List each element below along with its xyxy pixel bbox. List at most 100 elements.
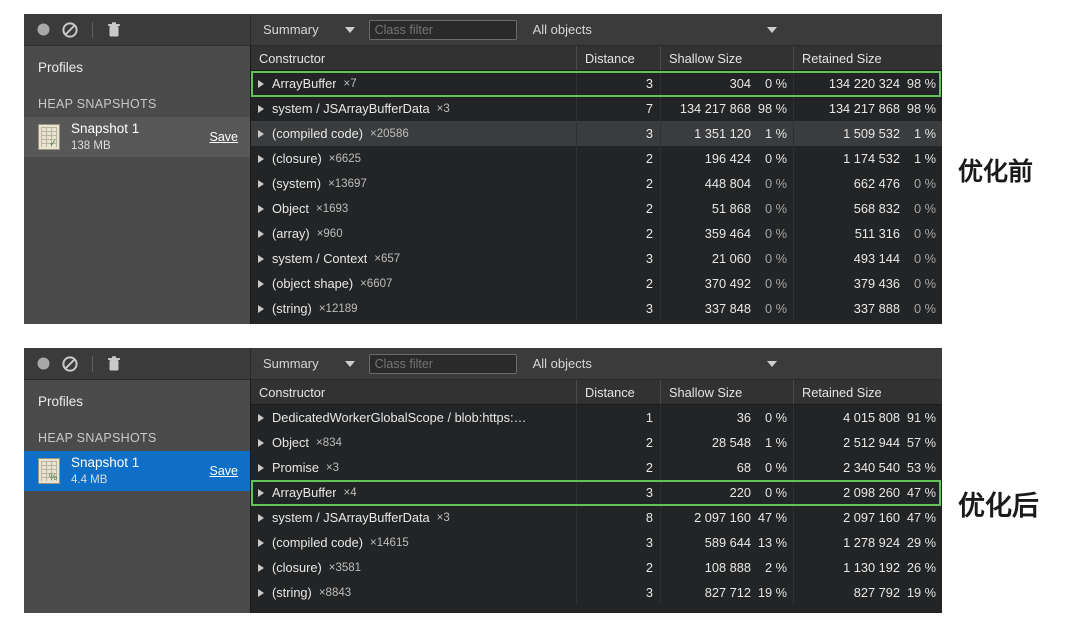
cell-retained-size: 1 509 5321 % (794, 121, 942, 146)
expand-triangle-icon[interactable] (258, 280, 264, 288)
expand-triangle-icon[interactable] (258, 255, 264, 263)
toolbar-icon-group (24, 14, 250, 45)
class-filter-input[interactable] (369, 20, 517, 40)
trash-icon[interactable] (107, 356, 121, 372)
table-row[interactable]: (compiled code)×146153589 64413 %1 278 9… (251, 530, 942, 555)
column-header-distance[interactable]: Distance (577, 380, 661, 404)
expand-triangle-icon[interactable] (258, 564, 264, 572)
constructor-name: (system) (272, 176, 321, 191)
shallow-size: 108 888 (705, 560, 751, 575)
record-circle-icon[interactable] (36, 22, 51, 37)
retained-size: 2 097 160 (843, 510, 900, 525)
record-circle-icon[interactable] (36, 356, 51, 371)
expand-triangle-icon[interactable] (258, 230, 264, 238)
class-filter-input[interactable] (369, 354, 517, 374)
column-header-constructor[interactable]: Constructor (251, 46, 577, 70)
table-row[interactable]: Object×834228 5481 %2 512 94457 % (251, 430, 942, 455)
annotation-after-optimization: 优化后 (958, 484, 1039, 523)
cell-constructor: Object×1693 (251, 196, 577, 221)
cell-constructor: system / JSArrayBufferData×3 (251, 505, 577, 530)
cell-constructor: (closure)×3581 (251, 555, 577, 580)
cell-retained-size: 2 340 54053 % (794, 455, 942, 480)
shallow-size: 370 492 (705, 276, 751, 291)
expand-triangle-icon[interactable] (258, 589, 264, 597)
object-count: ×3 (437, 512, 450, 524)
expand-triangle-icon[interactable] (258, 439, 264, 447)
expand-triangle-icon[interactable] (258, 180, 264, 188)
annotation-before-optimization: 优化前 (958, 152, 1033, 188)
table-row[interactable]: system / Context×657321 0600 %493 1440 % (251, 246, 942, 271)
objects-filter-select[interactable]: All objects (533, 22, 942, 37)
expand-triangle-icon[interactable] (258, 414, 264, 422)
table-row[interactable]: system / JSArrayBufferData×37134 217 868… (251, 96, 942, 121)
objects-filter-select[interactable]: All objects (533, 356, 942, 371)
table-row[interactable]: system / JSArrayBufferData×382 097 16047… (251, 505, 942, 530)
cell-distance: 2 (577, 555, 661, 580)
snapshot-save-link[interactable]: Save (210, 464, 241, 478)
retained-size: 1 174 532 (843, 151, 900, 166)
cell-distance: 2 (577, 171, 661, 196)
retained-size-percent: 98 % (906, 76, 936, 91)
column-header-shallow-size[interactable]: Shallow Size (661, 46, 794, 70)
chevron-down-icon (767, 361, 777, 367)
snapshot-list-item[interactable]: % Snapshot 1 4.4 MB Save (24, 451, 250, 491)
shallow-size-percent: 2 % (757, 560, 787, 575)
table-row[interactable]: (compiled code)×2058631 351 1201 %1 509 … (251, 121, 942, 146)
table-row[interactable]: DedicatedWorkerGlobalScope / blob:https:… (251, 405, 942, 430)
expand-triangle-icon[interactable] (258, 514, 264, 522)
table-row[interactable]: (array)×9602359 4640 %511 3160 % (251, 221, 942, 246)
retained-size-percent: 0 % (906, 251, 936, 266)
expand-triangle-icon[interactable] (258, 539, 264, 547)
sidebar-section-heap-snapshots: HEAP SNAPSHOTS (24, 75, 250, 117)
sidebar-title: Profiles (24, 380, 250, 409)
cell-constructor: Promise×3 (251, 455, 577, 480)
shallow-size-percent: 0 % (757, 276, 787, 291)
column-header-retained-size[interactable]: Retained Size (794, 380, 942, 404)
trash-icon[interactable] (107, 22, 121, 38)
object-count: ×3 (326, 462, 339, 474)
no-entry-clear-icon[interactable] (62, 22, 78, 38)
expand-triangle-icon[interactable] (258, 464, 264, 472)
table-row[interactable]: (string)×121893337 8480 %337 8880 % (251, 296, 942, 321)
column-header-constructor[interactable]: Constructor (251, 380, 577, 404)
retained-size: 827 792 (854, 585, 900, 600)
expand-triangle-icon[interactable] (258, 205, 264, 213)
expand-triangle-icon[interactable] (258, 489, 264, 497)
table-row[interactable]: (closure)×35812108 8882 %1 130 19226 % (251, 555, 942, 580)
table-row[interactable]: (string)×88433827 71219 %827 79219 % (251, 580, 942, 605)
expand-triangle-icon[interactable] (258, 130, 264, 138)
column-header-distance[interactable]: Distance (577, 46, 661, 70)
chevron-down-icon (767, 27, 777, 33)
table-row[interactable]: ArrayBuffer×733040 %134 220 32498 % (251, 71, 942, 96)
toolbar-icon-group (24, 348, 250, 379)
column-header-shallow-size[interactable]: Shallow Size (661, 380, 794, 404)
cell-shallow-size: 360 % (661, 405, 794, 430)
table-header-row: Constructor Distance Shallow Size Retain… (251, 380, 942, 405)
table-row[interactable]: (closure)×66252196 4240 %1 174 5321 % (251, 146, 942, 171)
expand-triangle-icon[interactable] (258, 80, 264, 88)
expand-triangle-icon[interactable] (258, 155, 264, 163)
snapshot-size: 138 MB (71, 139, 199, 153)
chevron-down-icon (345, 27, 355, 33)
expand-triangle-icon[interactable] (258, 305, 264, 313)
view-mode-select[interactable]: Summary (263, 22, 355, 37)
snapshot-title: Snapshot 1 (71, 121, 199, 138)
cell-shallow-size: 448 8040 % (661, 171, 794, 196)
table-row[interactable]: (system)×136972448 8040 %662 4760 % (251, 171, 942, 196)
snapshot-list-item[interactable]: ✓ Snapshot 1 138 MB Save (24, 117, 250, 157)
table-row[interactable]: ArrayBuffer×432200 %2 098 26047 % (251, 480, 942, 505)
view-mode-select[interactable]: Summary (263, 356, 355, 371)
no-entry-clear-icon[interactable] (62, 356, 78, 372)
object-count: ×6607 (360, 278, 392, 290)
column-header-retained-size[interactable]: Retained Size (794, 46, 942, 70)
table-row[interactable]: (object shape)×66072370 4920 %379 4360 % (251, 271, 942, 296)
expand-triangle-icon[interactable] (258, 105, 264, 113)
table-row[interactable]: Object×1693251 8680 %568 8320 % (251, 196, 942, 221)
snapshot-save-link[interactable]: Save (210, 130, 241, 144)
cell-retained-size: 379 4360 % (794, 271, 942, 296)
cell-distance: 2 (577, 430, 661, 455)
cell-constructor: (compiled code)×14615 (251, 530, 577, 555)
table-row[interactable]: Promise×32680 %2 340 54053 % (251, 455, 942, 480)
retained-size: 134 220 324 (829, 76, 900, 91)
object-count: ×834 (316, 437, 342, 449)
